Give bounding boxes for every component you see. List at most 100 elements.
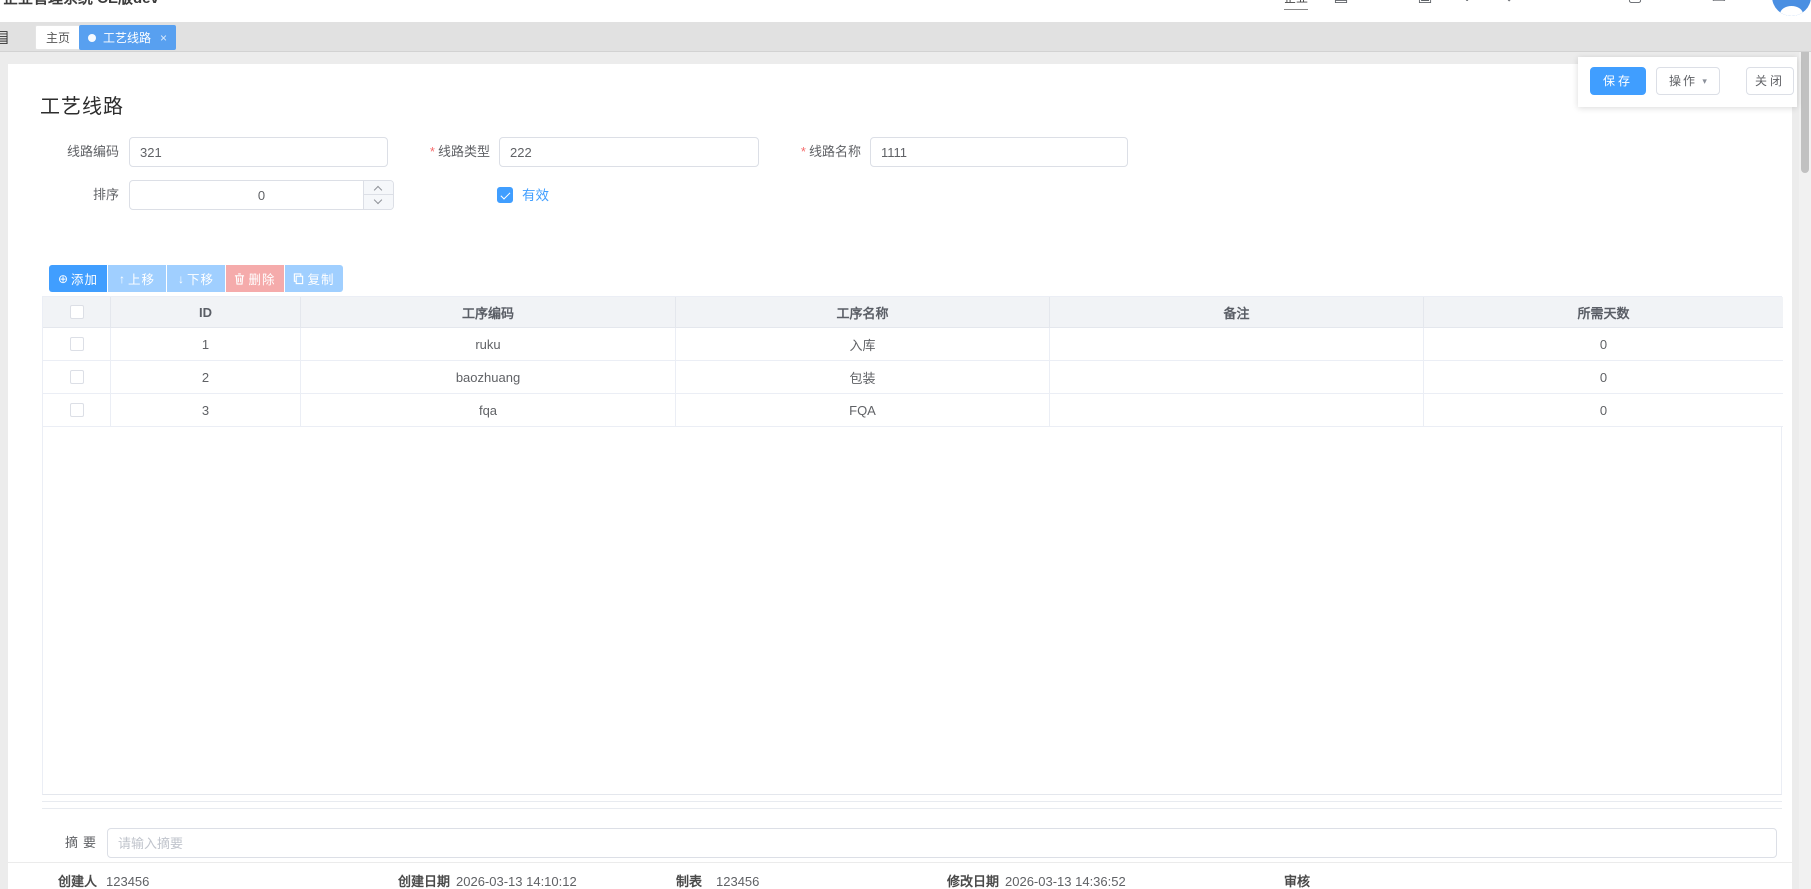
created-label: 创建日期 xyxy=(398,872,450,889)
col-header-step-code: 工序编码 xyxy=(301,297,676,328)
summary-label: 摘要 xyxy=(65,828,101,858)
field-label-route-code: 线路编码 xyxy=(39,137,119,167)
box-icon[interactable]: ▢ xyxy=(1626,0,1644,7)
row-checkbox-cell xyxy=(43,361,111,394)
tabulator-label: 制表 xyxy=(676,872,702,889)
process-steps-table: ID 工序编码 工序名称 备注 所需天数 1 ruku 入库 0 2 baozh… xyxy=(42,296,1782,795)
chevron-down-icon xyxy=(374,196,382,204)
col-header-days: 所需天数 xyxy=(1424,297,1783,328)
page-title: 工艺线路 xyxy=(40,90,124,119)
field-label-route-name: *线路名称 xyxy=(775,137,861,167)
field-label-sort: 排序 xyxy=(39,180,119,210)
spinner-down-button[interactable] xyxy=(364,195,393,209)
cell-remark xyxy=(1050,361,1424,394)
cell-days: 0 xyxy=(1424,394,1783,427)
person-icon xyxy=(1780,6,1803,16)
grid-toolbar: ⊕添加 ↑上移 ↓下移 删除 复制 xyxy=(49,265,343,292)
operate-dropdown-button[interactable]: 操作 ▾ xyxy=(1656,67,1720,95)
sidebar-collapse-icon[interactable]: ▤ xyxy=(0,27,9,47)
cell-step-code: baozhuang xyxy=(301,361,676,394)
grid-footer-strip xyxy=(42,801,1782,809)
action-panel: 保存 操作 ▾ 关闭 xyxy=(1578,57,1797,107)
delete-row-button[interactable]: 删除 xyxy=(226,265,284,292)
scrollbar-track[interactable] xyxy=(1799,22,1811,889)
field-label-route-type: *线路类型 xyxy=(404,137,490,167)
move-down-button[interactable]: ↓下移 xyxy=(167,265,225,292)
cell-remark xyxy=(1050,328,1424,361)
topbar-icon-row: 企业 ▤ ✉ ▣ ↧ ⇩ ▭ ● ▢ ⟳ ❒ xyxy=(1284,0,1728,10)
fullscreen-icon[interactable]: ❒ xyxy=(1710,0,1728,7)
table-row[interactable]: 3 fqa FQA 0 xyxy=(43,394,1781,427)
cell-step-code: fqa xyxy=(301,394,676,427)
cell-days: 0 xyxy=(1424,328,1783,361)
grid-icon[interactable]: ▤ xyxy=(1332,0,1350,7)
topbar: 企业管理系统 CE版dev 企业 ▤ ✉ ▣ ↧ ⇩ ▭ ● ▢ ⟳ ❒ xyxy=(0,0,1811,22)
col-header-step-name: 工序名称 xyxy=(676,297,1050,328)
tab-process-route[interactable]: 工艺线路 × xyxy=(79,25,176,50)
cell-id: 1 xyxy=(111,328,301,361)
copy-row-button[interactable]: 复制 xyxy=(285,265,343,292)
scrollbar-thumb[interactable] xyxy=(1801,48,1809,173)
arrow-down-icon: ↓ xyxy=(178,272,184,286)
cell-step-name: FQA xyxy=(676,394,1050,427)
route-code-input[interactable] xyxy=(129,137,388,167)
row-checkbox[interactable] xyxy=(70,403,84,417)
creator-value: 123456 xyxy=(106,872,149,889)
tabulator-value: 123456 xyxy=(716,872,759,889)
valid-checkbox-label[interactable]: 有效 xyxy=(522,187,549,204)
required-asterisk: * xyxy=(430,144,435,159)
org-switcher[interactable]: 企业 xyxy=(1284,0,1308,10)
valid-checkbox[interactable] xyxy=(497,187,513,203)
sort-input[interactable] xyxy=(129,180,394,210)
help-icon[interactable]: ● xyxy=(1584,0,1602,7)
close-button[interactable]: 关闭 xyxy=(1746,67,1794,95)
user-avatar[interactable] xyxy=(1772,0,1811,16)
required-asterisk: * xyxy=(801,144,806,159)
shield-icon[interactable]: ▣ xyxy=(1416,0,1434,7)
tab-home[interactable]: 主页 xyxy=(35,25,81,50)
table-row[interactable]: 2 baozhuang 包装 0 xyxy=(43,361,1781,394)
cell-remark xyxy=(1050,394,1424,427)
cell-step-code: ruku xyxy=(301,328,676,361)
creator-label: 创建人 xyxy=(58,872,97,889)
chevron-up-icon xyxy=(374,186,382,194)
arrow-up-icon: ↑ xyxy=(119,272,125,286)
trash-icon xyxy=(234,273,245,285)
select-all-checkbox[interactable] xyxy=(70,305,84,319)
download-icon[interactable]: ↧ xyxy=(1458,0,1476,7)
row-checkbox-cell xyxy=(43,394,111,427)
cell-id: 3 xyxy=(111,394,301,427)
col-header-remark: 备注 xyxy=(1050,297,1424,328)
cell-id: 2 xyxy=(111,361,301,394)
operate-label: 操作 xyxy=(1669,74,1697,88)
tab-label: 工艺线路 xyxy=(103,26,151,50)
save-button[interactable]: 保存 xyxy=(1590,67,1646,95)
cart-icon[interactable]: ▭ xyxy=(1542,0,1560,7)
copy-icon xyxy=(293,273,304,285)
refresh-icon[interactable]: ⟳ xyxy=(1668,0,1686,7)
header-checkbox-cell xyxy=(43,297,111,328)
move-up-button[interactable]: ↑上移 xyxy=(108,265,166,292)
cell-step-name: 入库 xyxy=(676,328,1050,361)
row-checkbox[interactable] xyxy=(70,370,84,384)
number-spinner xyxy=(363,181,393,209)
mail-icon[interactable]: ✉ xyxy=(1374,0,1392,7)
row-checkbox-cell xyxy=(43,328,111,361)
table-row[interactable]: 1 ruku 入库 0 xyxy=(43,328,1781,361)
col-header-id: ID xyxy=(111,297,301,328)
modified-label: 修改日期 xyxy=(947,872,999,889)
created-value: 2026-03-13 14:10:12 xyxy=(456,872,577,889)
add-row-button[interactable]: ⊕添加 xyxy=(49,265,107,292)
cell-days: 0 xyxy=(1424,361,1783,394)
spinner-up-button[interactable] xyxy=(364,181,393,195)
summary-input[interactable] xyxy=(107,828,1777,858)
upload-icon[interactable]: ⇩ xyxy=(1500,0,1518,7)
table-header-row: ID 工序编码 工序名称 备注 所需天数 xyxy=(43,297,1781,328)
plus-circle-icon: ⊕ xyxy=(58,272,68,286)
route-name-input[interactable] xyxy=(870,137,1128,167)
route-type-input[interactable] xyxy=(499,137,759,167)
active-dot-icon xyxy=(88,34,96,42)
tab-close-icon[interactable]: × xyxy=(160,26,167,50)
chevron-down-icon: ▾ xyxy=(1702,68,1707,94)
row-checkbox[interactable] xyxy=(70,337,84,351)
